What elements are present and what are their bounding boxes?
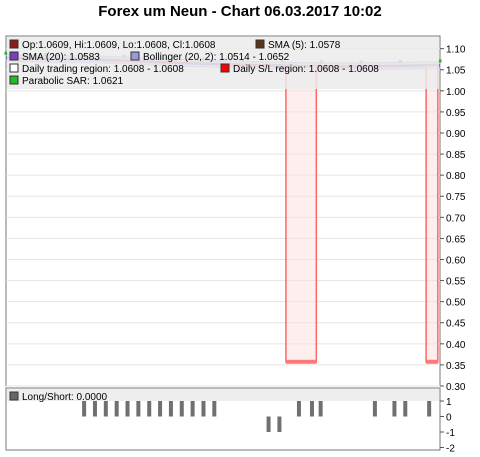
legend-swatch: [9, 51, 19, 61]
y-tick-label: 0.30: [446, 382, 466, 393]
long-bar: [147, 401, 152, 417]
sub-y-tick-label: 1: [446, 397, 452, 408]
chart-svg: 1.10 1.05 1.00 0.95 0.90 0.85 0.80 0.75 0.70 0.65…: [4, 35, 466, 455]
long-bar: [318, 401, 323, 417]
y-tick-label: 0.55: [446, 277, 466, 288]
y-tick-label: 0.75: [446, 192, 466, 203]
sub-y-tick-label: -2: [446, 444, 455, 455]
sub-y-tick-label: 0: [446, 413, 452, 424]
long-bar: [114, 401, 119, 417]
long-bar: [179, 401, 184, 417]
long-bar: [168, 401, 173, 417]
sub-y-tick-label: -1: [446, 428, 455, 439]
long-bar: [372, 401, 377, 417]
long-bar: [392, 401, 397, 417]
y-tick-label: 1.00: [446, 87, 466, 98]
y-tick-label: 0.90: [446, 129, 466, 140]
y-tick-label: 0.45: [446, 319, 466, 330]
y-tick-label: 1.05: [446, 66, 466, 77]
y-tick-label: 0.95: [446, 108, 466, 119]
legend-swatch: [220, 63, 230, 73]
spike-region: [426, 65, 438, 363]
legend-label: Op:1.0609, Hi:1.0609, Lo:1.0608, Cl:1.06…: [22, 40, 216, 51]
y-tick-label: 0.85: [446, 150, 466, 161]
long-bar: [190, 401, 195, 417]
y-tick-label: 0.50: [446, 298, 466, 309]
long-bar: [403, 401, 408, 417]
short-bar: [277, 416, 282, 432]
sub-legend-label: Long/Short: 0.0000: [22, 392, 108, 403]
long-bar: [427, 401, 432, 417]
sub-legend-swatch: [9, 391, 19, 401]
y-tick-label: 0.65: [446, 234, 466, 245]
long-bar: [212, 401, 217, 417]
legend-swatch: [9, 63, 19, 73]
spike-bottom: [285, 359, 317, 364]
y-tick-label: 0.60: [446, 255, 466, 266]
long-bar: [158, 401, 163, 417]
legend-label: Daily S/L region: 1.0608 - 1.0608: [233, 64, 379, 75]
legend-swatch: [9, 75, 19, 85]
long-bar: [103, 401, 108, 417]
legend-label: SMA (5): 1.0578: [268, 40, 341, 51]
long-bar: [136, 401, 141, 417]
legend-label: Parabolic SAR: 1.0621: [22, 76, 124, 87]
y-tick-label: 0.35: [446, 361, 466, 372]
y-tick-label: 0.80: [446, 171, 466, 182]
short-bar: [266, 416, 271, 432]
long-bar: [296, 401, 301, 417]
legend-label: Daily trading region: 1.0608 - 1.0608: [22, 64, 184, 75]
spike-region: [285, 65, 317, 363]
long-bar: [309, 401, 314, 417]
long-bar: [125, 401, 130, 417]
spike-bottom: [426, 359, 438, 364]
long-bar: [92, 401, 97, 417]
legend-label: SMA (20): 1.0583: [22, 52, 100, 63]
y-tick-label: 0.40: [446, 340, 466, 351]
legend-swatch: [255, 39, 265, 49]
long-bar: [201, 401, 206, 417]
long-bar: [82, 401, 87, 417]
legend-label: Bollinger (20, 2): 1.0514 - 1.0652: [143, 52, 290, 63]
y-tick-label: 0.70: [446, 213, 466, 224]
legend-swatch: [9, 39, 19, 49]
y-tick-label: 1.10: [446, 45, 466, 56]
legend-swatch: [130, 51, 140, 61]
